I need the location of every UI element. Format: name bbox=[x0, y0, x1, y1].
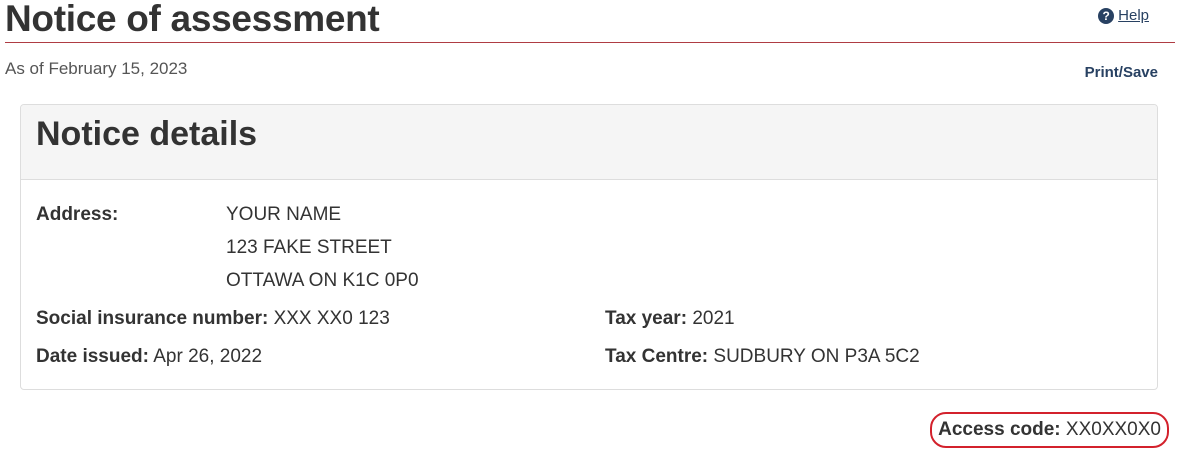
sin-field: Social insurance number: XXX XX0 123 bbox=[36, 308, 390, 330]
sin-label: Social insurance number: bbox=[36, 308, 269, 329]
tax-year-field: Tax year: 2021 bbox=[605, 308, 735, 330]
panel-body: Address: YOUR NAME 123 FAKE STREET OTTAW… bbox=[21, 180, 1157, 389]
page-title: Notice of assessment bbox=[5, 0, 380, 39]
tax-year-value: 2021 bbox=[692, 308, 735, 329]
date-issued-value: Apr 26, 2022 bbox=[153, 346, 263, 367]
access-code: Access code: XX0XX0X0 bbox=[930, 412, 1169, 448]
title-divider bbox=[5, 42, 1175, 43]
tax-centre-label: Tax Centre: bbox=[605, 346, 709, 367]
panel-heading: Notice details bbox=[21, 105, 1157, 180]
date-issued-field: Date issued: Apr 26, 2022 bbox=[36, 346, 262, 368]
sin-value: XXX XX0 123 bbox=[273, 308, 390, 329]
question-circle-icon: ? bbox=[1098, 7, 1115, 24]
tax-centre-field: Tax Centre: SUDBURY ON P3A 5C2 bbox=[605, 346, 920, 368]
tax-centre-value: SUDBURY ON P3A 5C2 bbox=[713, 346, 920, 367]
address-line-street: 123 FAKE STREET bbox=[226, 237, 392, 258]
help-link[interactable]: ? Help bbox=[1098, 7, 1149, 24]
panel-title: Notice details bbox=[36, 115, 258, 153]
help-label: Help bbox=[1118, 7, 1149, 24]
address-line-name: YOUR NAME bbox=[226, 204, 342, 225]
tax-year-label: Tax year: bbox=[605, 308, 688, 329]
date-issued-label: Date issued: bbox=[36, 346, 149, 367]
access-code-label: Access code: bbox=[938, 419, 1061, 440]
notice-details-panel: Notice details Address: YOUR NAME 123 FA… bbox=[20, 104, 1158, 390]
notice-of-assessment-page: Notice of assessment ? Help As of Februa… bbox=[0, 0, 1180, 449]
address-label: Address: bbox=[36, 204, 119, 225]
as-of-date: As of February 15, 2023 bbox=[5, 59, 188, 78]
address-line-city: OTTAWA ON K1C 0P0 bbox=[226, 270, 419, 291]
print-save-button[interactable]: Print/Save bbox=[1085, 64, 1158, 81]
access-code-value: XX0XX0X0 bbox=[1065, 419, 1161, 440]
